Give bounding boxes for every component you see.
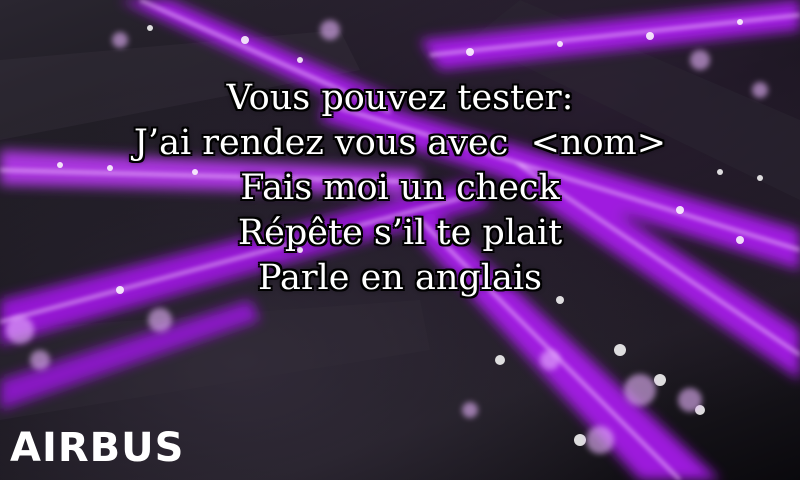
screen: Vous pouvez tester: J’ai rendez vous ave… bbox=[0, 0, 800, 480]
command-speak-english: Parle en anglais bbox=[257, 258, 543, 298]
command-meeting-with-name: J’ai rendez vous avec <nom> bbox=[133, 123, 667, 163]
command-repeat: Répête s’il te plait bbox=[237, 213, 563, 253]
airbus-logo: AIRBUS bbox=[10, 425, 185, 471]
command-check: Fais moi un check bbox=[240, 168, 560, 208]
prompt-heading: Vous pouvez tester: bbox=[226, 78, 574, 118]
voice-command-prompt: Vous pouvez tester: J’ai rendez vous ave… bbox=[0, 76, 800, 301]
